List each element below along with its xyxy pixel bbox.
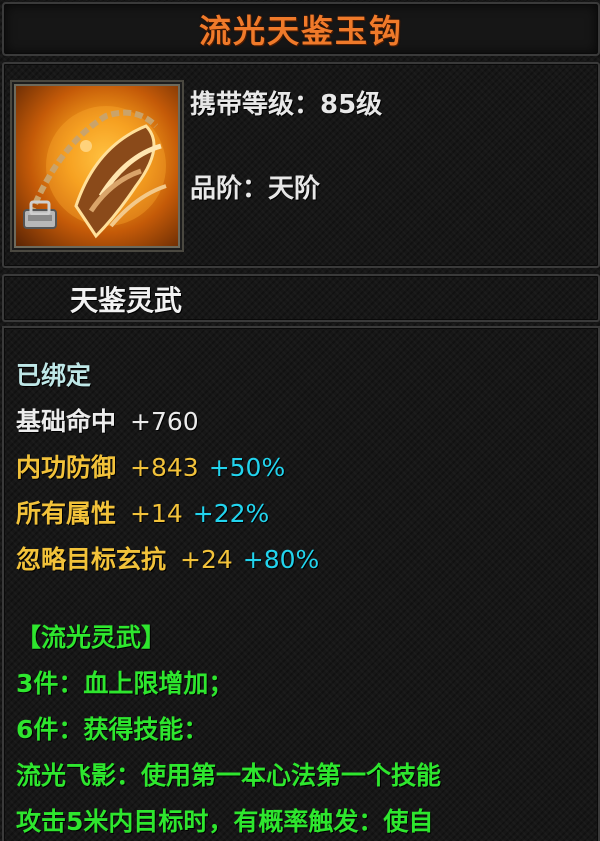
set-line: 流光飞影：使用第一本心法第一个技能 — [16, 761, 442, 790]
attr-row: 忽略目标玄抗 +24 +80% — [16, 540, 319, 576]
item-category: 天鉴灵武 — [70, 284, 183, 317]
attr-value: +24 — [180, 545, 233, 574]
set-line: 3件：血上限增加； — [16, 669, 234, 698]
attr-label: 忽略目标玄抗 — [16, 545, 167, 574]
carry-level: 携带等级：85级 — [190, 90, 383, 120]
attr-value: +14 — [130, 499, 183, 528]
attr-row: 内功防御 +843 +50% — [16, 448, 285, 484]
item-tooltip: 流光天鉴玉钩 携带等级：85级 品阶：天阶 天鉴灵武 已绑定 基础命中 +760 … — [0, 0, 600, 841]
base-stat-row: 基础命中 +760 — [16, 402, 199, 438]
set-line: 6件：获得技能： — [16, 715, 209, 744]
attr-label: 所有属性 — [16, 499, 117, 528]
base-stat-value: +760 — [130, 407, 199, 436]
bound-status: 已绑定 — [16, 361, 92, 390]
title-bar: 流光天鉴玉钩 — [2, 2, 600, 56]
item-grade: 品阶：天阶 — [190, 174, 321, 204]
attr-label: 内功防御 — [16, 453, 117, 482]
attr-row: 所有属性 +14 +22% — [16, 494, 269, 530]
item-name: 流光天鉴玉钩 — [198, 12, 403, 50]
lock-badge-icon — [22, 200, 58, 230]
set-line: 攻击5米内目标时，有概率触发：使自 — [16, 807, 434, 836]
base-stat-label: 基础命中 — [16, 407, 117, 436]
set-title: 【流光灵武】 — [16, 623, 167, 652]
attr-percent: +50% — [208, 453, 286, 482]
attr-percent: +22% — [192, 499, 270, 528]
attr-percent: +80% — [242, 545, 320, 574]
attr-value: +843 — [130, 453, 199, 482]
